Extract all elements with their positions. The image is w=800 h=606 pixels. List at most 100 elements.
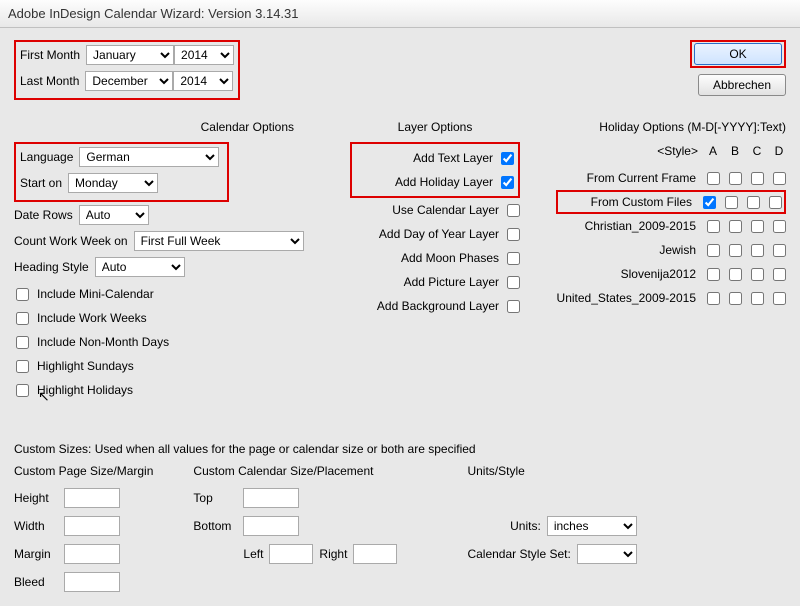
- holiday-check-5-1[interactable]: [729, 292, 742, 305]
- holiday-check-0-3[interactable]: [773, 172, 786, 185]
- calendar-options-title: Calendar Options: [14, 120, 314, 134]
- layer-check-2[interactable]: [507, 204, 520, 217]
- holiday-row: From Custom Files: [556, 190, 786, 214]
- holiday-check-4-1[interactable]: [729, 268, 742, 281]
- layer-highlight-box: Add Text Layer Add Holiday Layer: [350, 142, 520, 198]
- custom-sizes-section: Custom Sizes: Used when all values for t…: [14, 442, 786, 594]
- holiday-options-title: Holiday Options (M-D[-YYYY]:Text): [556, 120, 786, 134]
- holiday-check-2-1[interactable]: [729, 220, 742, 233]
- width-input[interactable]: [64, 516, 120, 536]
- layer-check-5[interactable]: [507, 276, 520, 289]
- right-input[interactable]: [353, 544, 397, 564]
- calendar-check-row: Include Mini-Calendar: [16, 282, 314, 306]
- layer-options-col: Layer Options Add Text LayerAdd Holiday …: [350, 120, 520, 402]
- calendar-check-label: Include Work Weeks: [37, 311, 147, 325]
- dialog-buttons: OK Abbrechen: [690, 40, 786, 96]
- holiday-check-1-0[interactable]: [703, 196, 716, 209]
- first-month-select[interactable]: January: [86, 45, 174, 65]
- holiday-check-2-0[interactable]: [707, 220, 720, 233]
- holiday-check-5-2[interactable]: [751, 292, 764, 305]
- holiday-check-2-2[interactable]: [751, 220, 764, 233]
- holiday-row: From Current Frame: [556, 166, 786, 190]
- layer-check-4[interactable]: [507, 252, 520, 265]
- page-size-title: Custom Page Size/Margin: [14, 464, 153, 478]
- calendar-check-0[interactable]: [16, 288, 29, 301]
- layer-check-3[interactable]: [507, 228, 520, 241]
- start-on-label: Start on: [20, 176, 62, 190]
- units-select[interactable]: inches: [547, 516, 637, 536]
- first-month-row: First Month January 2014: [20, 44, 234, 66]
- holiday-check-1-3[interactable]: [769, 196, 782, 209]
- calendar-check-2[interactable]: [16, 336, 29, 349]
- holiday-name: Slovenija2012: [621, 267, 696, 281]
- holiday-check-3-2[interactable]: [751, 244, 764, 257]
- col-a: A: [706, 144, 720, 158]
- bottom-label: Bottom: [193, 519, 237, 533]
- holiday-check-5-0[interactable]: [707, 292, 720, 305]
- heading-label: Heading Style: [14, 260, 89, 274]
- holiday-check-3-1[interactable]: [729, 244, 742, 257]
- layer-label: Add Day of Year Layer: [379, 227, 499, 241]
- language-start-box: Language German Start on Monday: [14, 142, 229, 202]
- margin-input[interactable]: [64, 544, 120, 564]
- margin-label: Margin: [14, 547, 58, 561]
- holiday-check-2-3[interactable]: [773, 220, 786, 233]
- holiday-check-1-2[interactable]: [747, 196, 760, 209]
- layer-label: Add Text Layer: [413, 151, 493, 165]
- units-label: Units:: [510, 519, 541, 533]
- height-input[interactable]: [64, 488, 120, 508]
- holiday-check-4-0[interactable]: [707, 268, 720, 281]
- col-c: C: [750, 144, 764, 158]
- styleset-select[interactable]: [577, 544, 637, 564]
- holiday-check-0-0[interactable]: [707, 172, 720, 185]
- layer-label: Add Moon Phases: [401, 251, 499, 265]
- holiday-options-col: Holiday Options (M-D[-YYYY]:Text) <Style…: [556, 120, 786, 402]
- ok-button[interactable]: OK: [694, 43, 782, 65]
- layer-row: Add Text Layer: [356, 146, 514, 170]
- holiday-check-4-2[interactable]: [751, 268, 764, 281]
- calendar-check-label: Highlight Holidays: [37, 383, 133, 397]
- calendar-check-row: Include Non-Month Days: [16, 330, 314, 354]
- top-input[interactable]: [243, 488, 299, 508]
- holiday-column-header: <Style> A B C D: [556, 142, 786, 160]
- holiday-check-3-0[interactable]: [707, 244, 720, 257]
- last-year-select[interactable]: 2014: [173, 71, 233, 91]
- layer-row: Add Day of Year Layer: [350, 222, 520, 246]
- holiday-row: Jewish: [556, 238, 786, 262]
- layer-row: Add Background Layer: [350, 294, 520, 318]
- calendar-check-1[interactable]: [16, 312, 29, 325]
- holiday-check-0-2[interactable]: [751, 172, 764, 185]
- last-month-select[interactable]: December: [85, 71, 173, 91]
- bottom-input[interactable]: [243, 516, 299, 536]
- cancel-button[interactable]: Abbrechen: [698, 74, 786, 96]
- layer-check-1[interactable]: [501, 176, 514, 189]
- left-input[interactable]: [269, 544, 313, 564]
- first-year-select[interactable]: 2014: [174, 45, 234, 65]
- custom-desc: Custom Sizes: Used when all values for t…: [14, 442, 786, 456]
- language-select[interactable]: German: [79, 147, 219, 167]
- layer-label: Add Holiday Layer: [395, 175, 493, 189]
- heading-select[interactable]: Auto: [95, 257, 185, 277]
- calendar-options-col: Calendar Options Language German Start o…: [14, 120, 314, 402]
- left-label: Left: [243, 547, 263, 561]
- last-month-row: Last Month December 2014: [20, 70, 234, 92]
- calendar-check-4[interactable]: [16, 384, 29, 397]
- holiday-check-0-1[interactable]: [729, 172, 742, 185]
- layer-check-0[interactable]: [501, 152, 514, 165]
- cww-select[interactable]: First Full Week: [134, 231, 304, 251]
- calendar-check-row: Highlight Sundays: [16, 354, 314, 378]
- layer-check-6[interactable]: [507, 300, 520, 313]
- holiday-check-1-1[interactable]: [725, 196, 738, 209]
- styleset-label: Calendar Style Set:: [467, 547, 570, 561]
- holiday-check-3-3[interactable]: [773, 244, 786, 257]
- layer-label: Add Picture Layer: [404, 275, 499, 289]
- start-on-select[interactable]: Monday: [68, 173, 158, 193]
- bleed-input[interactable]: [64, 572, 120, 592]
- calendar-check-3[interactable]: [16, 360, 29, 373]
- cww-label: Count Work Week on: [14, 234, 128, 248]
- titlebar: Adobe InDesign Calendar Wizard: Version …: [0, 0, 800, 28]
- holiday-check-5-3[interactable]: [773, 292, 786, 305]
- holiday-check-4-3[interactable]: [773, 268, 786, 281]
- holiday-row: United_States_2009-2015: [556, 286, 786, 310]
- date-rows-select[interactable]: Auto: [79, 205, 149, 225]
